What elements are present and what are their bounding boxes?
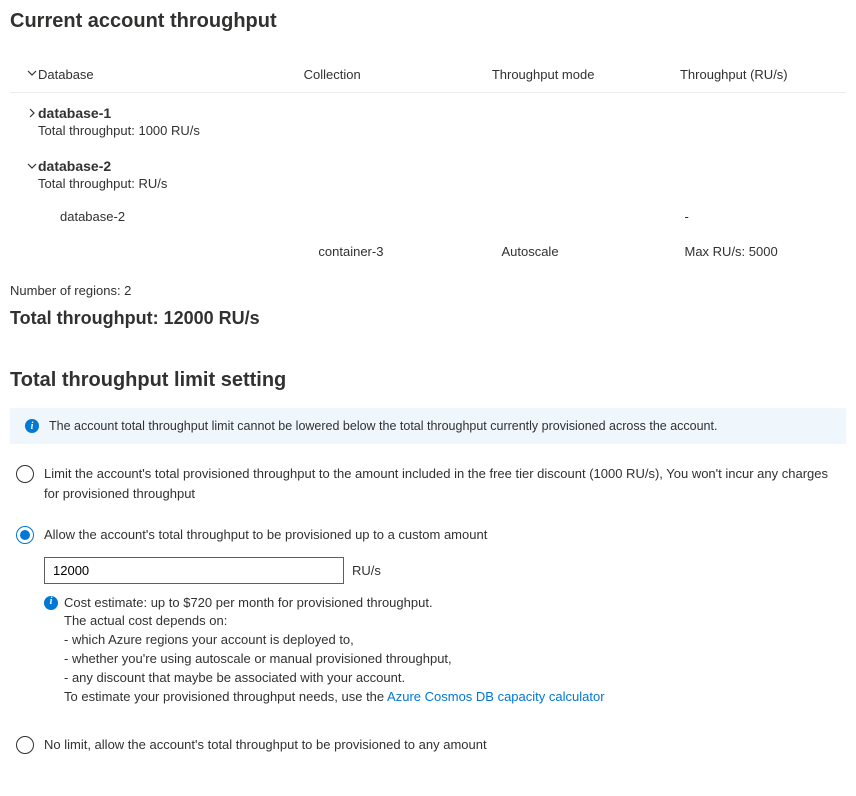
table-row: container-3 Autoscale Max RU/s: 5000: [10, 234, 846, 269]
column-header-throughput: Throughput (RU/s): [680, 67, 846, 82]
database-subtitle: Total throughput: RU/s: [38, 176, 846, 191]
column-header-database: Database: [38, 67, 304, 82]
chevron-down-icon[interactable]: [10, 158, 38, 175]
info-icon: i: [25, 419, 39, 433]
regions-count: Number of regions: 2: [10, 283, 846, 298]
database-subtitle: Total throughput: 1000 RU/s: [38, 123, 846, 138]
capacity-calculator-link[interactable]: Azure Cosmos DB capacity calculator: [387, 689, 604, 704]
column-header-mode: Throughput mode: [492, 67, 680, 82]
radio-option-custom[interactable]: Allow the account's total throughput to …: [10, 525, 846, 545]
radio-selected-indicator: [20, 530, 30, 540]
radio-option-free-tier[interactable]: Limit the account's total provisioned th…: [10, 464, 846, 503]
cell-database: database-2: [38, 209, 318, 224]
cell-collection: container-3: [318, 244, 501, 259]
section-title: Total throughput limit setting: [10, 369, 846, 392]
table-header: Database Collection Throughput mode Thro…: [10, 57, 846, 93]
chevron-right-icon[interactable]: [10, 105, 38, 122]
cell-throughput: -: [685, 209, 847, 224]
radio-label: Limit the account's total provisioned th…: [44, 464, 840, 503]
radio-button[interactable]: [16, 465, 34, 483]
cost-estimate-bullet: - whether you're using autoscale or manu…: [64, 650, 846, 669]
radio-label: No limit, allow the account's total thro…: [44, 735, 840, 755]
cell-throughput: Max RU/s: 5000: [685, 244, 847, 259]
total-throughput: Total throughput: 12000 RU/s: [10, 308, 846, 329]
info-banner-text: The account total throughput limit canno…: [49, 419, 717, 433]
radio-group: Limit the account's total provisioned th…: [10, 464, 846, 754]
cell-collection: [318, 209, 501, 224]
cost-estimate-bullet: - any discount that maybe be associated …: [64, 669, 846, 688]
table-row: database-2 -: [10, 199, 846, 234]
cost-estimate-line: Cost estimate: up to $720 per month for …: [64, 594, 846, 613]
info-banner: i The account total throughput limit can…: [10, 408, 846, 444]
database-row[interactable]: database-1 Total throughput: 1000 RU/s: [10, 93, 846, 146]
radio-option-no-limit[interactable]: No limit, allow the account's total thro…: [10, 735, 846, 755]
page-title: Current account throughput: [10, 10, 846, 33]
database-name: database-1: [38, 105, 846, 121]
info-icon: i: [44, 596, 58, 610]
radio-button[interactable]: [16, 736, 34, 754]
cell-mode: Autoscale: [501, 244, 684, 259]
cell-database: [38, 244, 318, 259]
expand-header-icon[interactable]: [10, 67, 38, 82]
radio-button[interactable]: [16, 526, 34, 544]
column-header-collection: Collection: [304, 67, 492, 82]
input-unit: RU/s: [352, 563, 381, 578]
database-name: database-2: [38, 158, 846, 174]
cost-estimate-bullet: - which Azure regions your account is de…: [64, 631, 846, 650]
custom-amount-block: RU/s i Cost estimate: up to $720 per mon…: [44, 557, 846, 707]
cell-mode: [501, 209, 684, 224]
cost-estimate-line: The actual cost depends on:: [64, 612, 846, 631]
throughput-input[interactable]: [44, 557, 344, 584]
radio-label: Allow the account's total throughput to …: [44, 525, 840, 545]
cost-estimate-line: To estimate your provisioned throughput …: [64, 688, 846, 707]
database-row[interactable]: database-2 Total throughput: RU/s: [10, 146, 846, 199]
